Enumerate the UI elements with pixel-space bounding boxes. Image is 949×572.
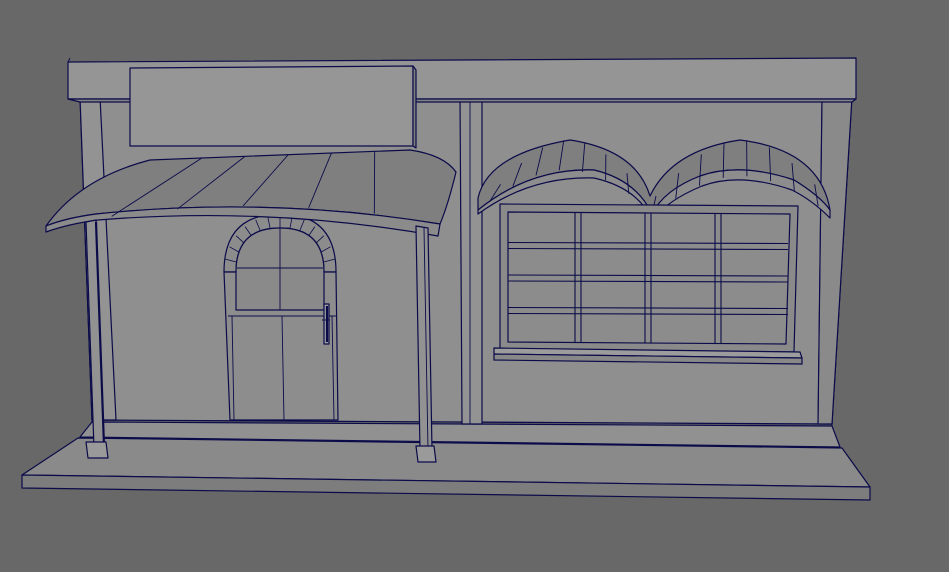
base-platform[interactable] [21, 419, 871, 501]
sign-board-side [412, 65, 417, 149]
3d-viewport[interactable] [0, 0, 949, 572]
post-left-base [85, 441, 109, 459]
shop-front-model[interactable] [0, 0, 949, 572]
post-right-base [415, 445, 437, 463]
window-glass [507, 211, 791, 345]
right-pilaster [817, 96, 853, 425]
sign-board-face [129, 65, 414, 147]
center-pilaster [459, 96, 483, 425]
arched-door[interactable] [223, 213, 339, 421]
shop-window[interactable] [499, 203, 799, 353]
sign-board[interactable] [129, 65, 417, 149]
